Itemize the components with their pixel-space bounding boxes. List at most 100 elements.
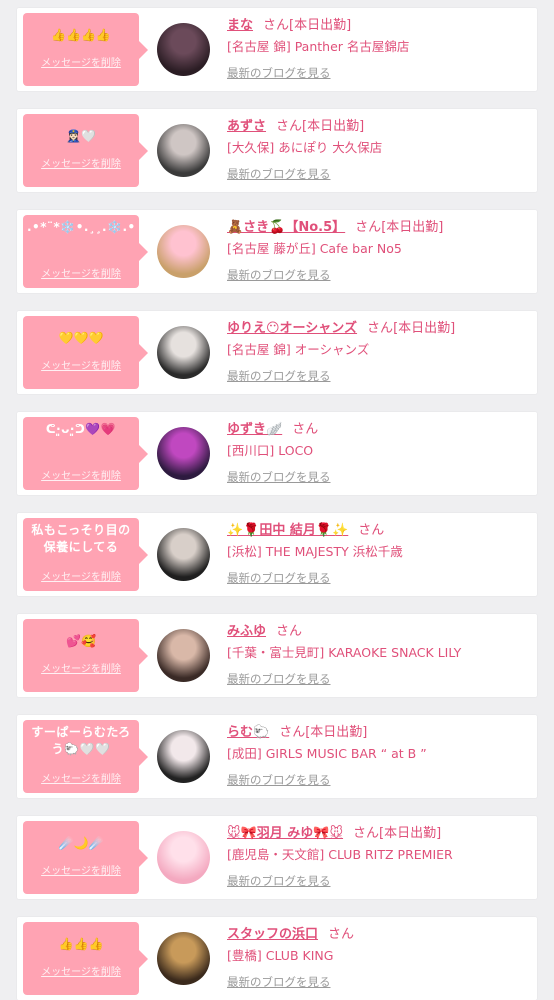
status-badge: [本日出勤]	[302, 119, 365, 134]
shop-link[interactable]: [鹿児島・天文館] CLUB RITZ PREMIER	[227, 845, 531, 865]
status-badge: [本日出勤]	[381, 220, 444, 235]
avatar[interactable]	[157, 427, 210, 480]
cast-info: 🐭🎀羽月 みゆ🎀🐭 さん[本日出勤] [鹿児島・天文館] CLUB RITZ PRE…	[227, 824, 531, 890]
avatar[interactable]	[157, 730, 210, 783]
message-text: .•*¨*❄️•.¸¸.❄️.•*¨*❄️	[27, 220, 135, 234]
message-card: ᕦ·͈ᴗ·͈ᕤ💜💗 メッセージを削除 ゆずき🪽 さん [西川口] LOCO 最新のブログを…	[17, 412, 537, 495]
latest-blog-link[interactable]: 最新のブログを見る	[227, 771, 531, 789]
avatar[interactable]	[157, 124, 210, 177]
shop-link[interactable]: [成田] GIRLS MUSIC BAR “ at B ”	[227, 744, 531, 764]
shop-link[interactable]: [名古屋 錦] オーシャンズ	[227, 340, 531, 360]
cast-info: スタッフの浜口 さん [豊橋] CLUB KING 最新のブログを見る	[227, 925, 531, 991]
message-text: すーぱーらむたろう🐑🤍🤍	[31, 725, 131, 756]
latest-blog-link[interactable]: 最新のブログを見る	[227, 670, 531, 688]
message-bubble: すーぱーらむたろう🐑🤍🤍 メッセージを削除	[23, 720, 148, 793]
message-card: 私もこっそり目の保養にしてるメッセージを削除 ✨🌹田中 結月🌹✨ さん [浜松] TH…	[17, 513, 537, 596]
latest-blog-link[interactable]: 最新のブログを見る	[227, 64, 531, 82]
cast-name-line: ✨🌹田中 結月🌹✨ さん	[227, 521, 531, 541]
shop-link[interactable]: [大久保] あにぽり 大久保店	[227, 138, 531, 158]
san-suffix: さん	[279, 725, 306, 740]
san-suffix: さん	[328, 927, 355, 942]
cast-name-link[interactable]: スタッフの浜口	[227, 927, 318, 942]
message-card: 👮🏻‍♀️🤍 メッセージを削除 あずさ さん[本日出勤] [大久保] あにぽり 大久保店…	[17, 109, 537, 192]
cast-name-line: まな さん[本日出勤]	[227, 16, 531, 36]
cast-name-line: スタッフの浜口 さん	[227, 925, 531, 945]
message-text: 私もこっそり目の保養にしてる	[31, 523, 131, 554]
delete-message-link[interactable]: メッセージを削除	[23, 357, 139, 372]
cast-name-link[interactable]: あずさ	[227, 119, 266, 134]
avatar[interactable]	[157, 528, 210, 581]
cast-name-link[interactable]: みふゆ	[227, 624, 266, 639]
cast-name-link[interactable]: 🐭🎀羽月 みゆ🎀🐭	[227, 826, 343, 841]
cast-name-line: 🧸さき🍒【No.5】 さん[本日出勤]	[227, 218, 531, 238]
message-bubble: 👍👍👍👍 メッセージを削除	[23, 13, 148, 86]
delete-message-link[interactable]: メッセージを削除	[23, 568, 139, 583]
message-text: ᕦ·͈ᴗ·͈ᕤ💜💗	[45, 422, 117, 436]
delete-message-link[interactable]: メッセージを削除	[23, 770, 139, 785]
san-suffix: さん	[276, 119, 303, 134]
delete-message-link[interactable]: メッセージを削除	[23, 862, 139, 877]
fan-message-list: 👍👍👍👍 メッセージを削除 まな さん[本日出勤] [名古屋 錦] Panther 名古…	[0, 0, 554, 1000]
avatar[interactable]	[157, 225, 210, 278]
latest-blog-link[interactable]: 最新のブログを見る	[227, 165, 531, 183]
cast-name-line: ゆりえ😶オーシャンズ さん[本日出勤]	[227, 319, 531, 339]
cast-name-line: あずさ さん[本日出勤]	[227, 117, 531, 137]
san-suffix: さん	[355, 220, 382, 235]
cast-info: あずさ さん[本日出勤] [大久保] あにぽり 大久保店 最新のブログを見る	[227, 117, 531, 183]
shop-link[interactable]: [豊橋] CLUB KING	[227, 946, 531, 966]
delete-message-link[interactable]: メッセージを削除	[23, 265, 139, 280]
message-bubble: 💕🥰 メッセージを削除	[23, 619, 148, 692]
delete-message-link[interactable]: メッセージを削除	[23, 660, 139, 675]
avatar[interactable]	[157, 629, 210, 682]
message-text: 💕🥰	[66, 634, 96, 648]
latest-blog-link[interactable]: 最新のブログを見る	[227, 468, 531, 486]
cast-name-link[interactable]: ゆりえ😶オーシャンズ	[227, 321, 357, 336]
cast-info: らむ🐑 さん[本日出勤] [成田] GIRLS MUSIC BAR “ at B ”…	[227, 723, 531, 789]
shop-link[interactable]: [名古屋 錦] Panther 名古屋錦店	[227, 37, 531, 57]
message-bubble: ᕦ·͈ᴗ·͈ᕤ💜💗 メッセージを削除	[23, 417, 148, 490]
latest-blog-link[interactable]: 最新のブログを見る	[227, 973, 531, 991]
message-card: .•*¨*❄️•.¸¸.❄️.•*¨*❄️ メッセージを削除 🧸さき🍒【No.5】さ…	[17, 210, 537, 293]
cast-name-line: みふゆ さん	[227, 622, 531, 642]
message-text: 👮🏻‍♀️🤍	[66, 129, 96, 143]
cast-name-line: らむ🐑 さん[本日出勤]	[227, 723, 531, 743]
latest-blog-link[interactable]: 最新のブログを見る	[227, 872, 531, 890]
latest-blog-link[interactable]: 最新のブログを見る	[227, 367, 531, 385]
delete-message-link[interactable]: メッセージを削除	[23, 155, 139, 170]
cast-info: 🧸さき🍒【No.5】 さん[本日出勤] [名古屋 藤が丘] Cafe bar No5…	[227, 218, 531, 284]
status-badge: [本日出勤]	[379, 826, 442, 841]
shop-link[interactable]: [千葉・富士見町] KARAOKE SNACK LILY	[227, 643, 531, 663]
cast-name-line: 🐭🎀羽月 みゆ🎀🐭 さん[本日出勤]	[227, 824, 531, 844]
status-badge: [本日出勤]	[393, 321, 456, 336]
cast-name-link[interactable]: 🧸さき🍒【No.5】	[227, 220, 345, 235]
avatar[interactable]	[157, 23, 210, 76]
cast-name-link[interactable]: ゆずき🪽	[227, 422, 282, 437]
cast-info: まな さん[本日出勤] [名古屋 錦] Panther 名古屋錦店 最新のブログを見る	[227, 16, 531, 82]
message-card: 👍👍👍👍 メッセージを削除 まな さん[本日出勤] [名古屋 錦] Panther 名古…	[17, 8, 537, 91]
san-suffix: さん	[276, 624, 303, 639]
message-bubble: ☄️🌙☄️ メッセージを削除	[23, 821, 148, 894]
avatar[interactable]	[157, 831, 210, 884]
delete-message-link[interactable]: メッセージを削除	[23, 963, 139, 978]
cast-name-link[interactable]: まな	[227, 18, 253, 33]
cast-info: ゆりえ😶オーシャンズ さん[本日出勤] [名古屋 錦] オーシャンズ 最新のブログを見…	[227, 319, 531, 385]
message-card: 💛💛💛 メッセージを削除 ゆりえ😶オーシャンズ さん[本日出勤] [名古屋 錦] オーシ…	[17, 311, 537, 394]
cast-name-link[interactable]: らむ🐑	[227, 725, 269, 740]
status-badge: [本日出勤]	[305, 725, 368, 740]
avatar[interactable]	[157, 326, 210, 379]
san-suffix: さん	[358, 523, 385, 538]
cast-name-link[interactable]: ✨🌹田中 結月🌹✨	[227, 523, 348, 538]
delete-message-link[interactable]: メッセージを削除	[23, 54, 139, 69]
latest-blog-link[interactable]: 最新のブログを見る	[227, 569, 531, 587]
avatar[interactable]	[157, 932, 210, 985]
message-bubble: 👍👍👍 メッセージを削除	[23, 922, 148, 995]
status-badge: [本日出勤]	[289, 18, 352, 33]
shop-link[interactable]: [名古屋 藤が丘] Cafe bar No5	[227, 239, 531, 259]
shop-link[interactable]: [西川口] LOCO	[227, 441, 531, 461]
latest-blog-link[interactable]: 最新のブログを見る	[227, 266, 531, 284]
san-suffix: さん	[292, 422, 319, 437]
cast-info: ✨🌹田中 結月🌹✨ さん [浜松] THE MAJESTY 浜松千歳 最新のブログを見…	[227, 521, 531, 587]
message-card: 💕🥰 メッセージを削除 みふゆ さん [千葉・富士見町] KARAOKE SNACK L…	[17, 614, 537, 697]
delete-message-link[interactable]: メッセージを削除	[23, 467, 139, 482]
shop-link[interactable]: [浜松] THE MAJESTY 浜松千歳	[227, 542, 531, 562]
